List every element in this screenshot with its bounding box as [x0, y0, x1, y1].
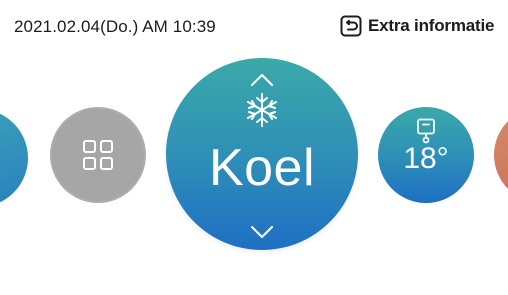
previous-bubble-partial[interactable] [0, 109, 28, 207]
grid-menu-icon [83, 140, 113, 170]
datetime-label: 2021.02.04(Do.) AM 10:39 [14, 17, 216, 36]
return-icon [340, 15, 362, 37]
status-bar: 2021.02.04(Do.) AM 10:39 Extra informati… [0, 0, 508, 54]
indoor-temperature-icon [417, 118, 435, 144]
arrow-up-icon[interactable] [250, 73, 274, 87]
next-bubble-partial[interactable] [494, 107, 508, 203]
extra-info-label: Extra informatie [368, 16, 495, 35]
arrow-down-icon[interactable] [250, 225, 274, 239]
thermostat-screen: 2021.02.04(Do.) AM 10:39 Extra informati… [0, 0, 508, 295]
temperature-value: 18° [403, 142, 449, 175]
cool-mode-bubble[interactable]: Koel [166, 58, 358, 250]
temperature-bubble[interactable]: 18° [378, 107, 474, 203]
extra-info-button[interactable]: Extra informatie [340, 14, 494, 38]
mode-carousel[interactable]: Koel 18° [0, 54, 508, 259]
mode-label: Koel [208, 139, 316, 197]
menu-bubble-button[interactable] [50, 107, 146, 203]
snowflake-icon [247, 93, 277, 127]
